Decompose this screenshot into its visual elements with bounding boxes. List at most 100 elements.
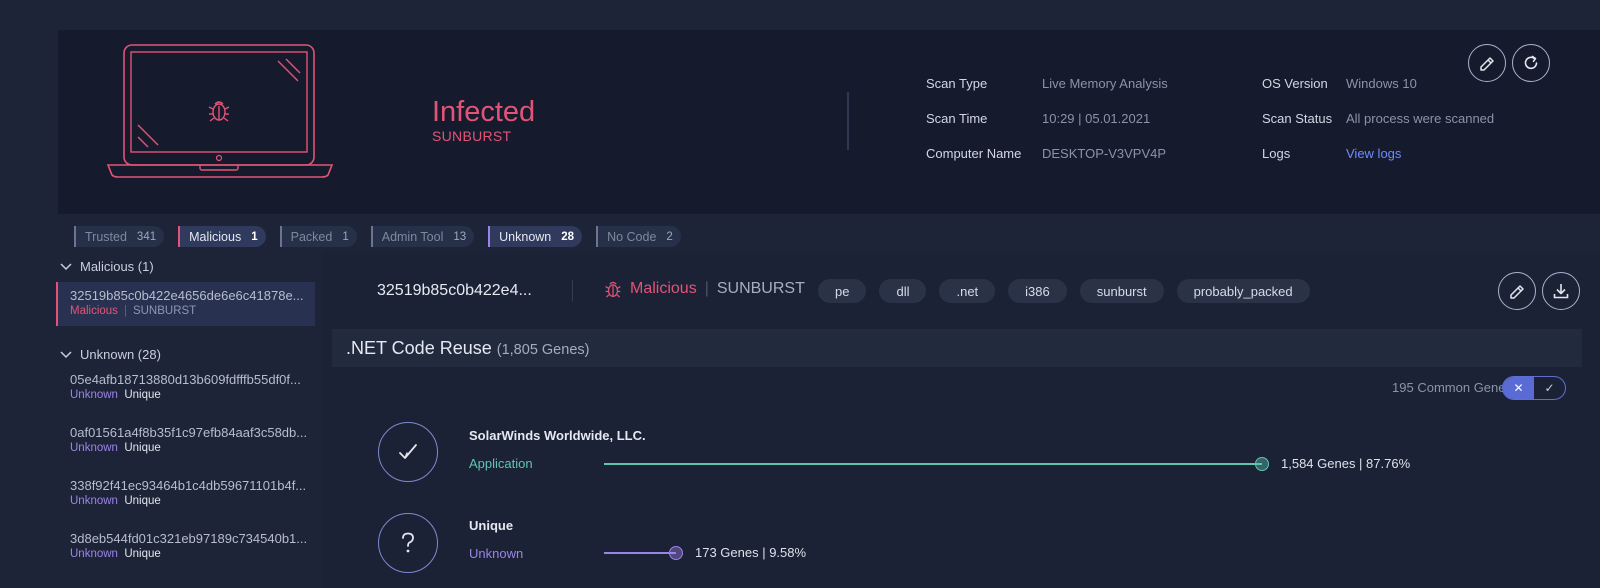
list-item[interactable]: 3d8eb544fd01c321eb97189c734540b1... Unkn… — [56, 531, 315, 560]
computer-name-label: Computer Name — [926, 146, 1022, 161]
file-tags: Unknown Unique — [70, 389, 315, 401]
file-tags: Unknown Unique — [70, 442, 315, 454]
divider — [847, 92, 849, 150]
view-logs-link[interactable]: View logs — [1346, 146, 1401, 161]
tag-sub: Unique — [124, 389, 161, 401]
scan-status-value: All process were scanned — [1346, 111, 1495, 126]
edit-button[interactable] — [1498, 272, 1536, 310]
edit-icon — [1510, 285, 1524, 299]
scan-time-label: Scan Time — [926, 111, 988, 126]
file-tags: pe dll .net i386 sunburst probably_packe… — [818, 279, 1310, 303]
gene-count: (1,805 Genes) — [496, 342, 590, 358]
list-item[interactable]: 338f92f41ec93464b1c4db59671101b4f... Unk… — [56, 478, 315, 507]
common-genes-toggle[interactable]: ✕ ✓ — [1502, 376, 1566, 400]
filter-label: Malicious — [189, 229, 242, 244]
chevron-down-icon — [60, 350, 72, 358]
file-hash: 05e4afb18713880d13b609fdfffb55df0f... — [70, 372, 301, 387]
gene-share-bar — [604, 463, 1262, 465]
filter-label: Packed — [290, 229, 333, 244]
tag-verdict: Unknown — [70, 389, 118, 401]
tag-pill[interactable]: probably_packed — [1176, 279, 1310, 303]
gene-share-marker — [1255, 457, 1269, 471]
file-detail-panel: 32519b85c0b422e4... Malicious | SUNBURST… — [322, 252, 1600, 588]
file-tags: Unknown Unique — [70, 548, 315, 560]
scan-verdict: Infected SUNBURST — [432, 96, 535, 144]
group-malicious[interactable]: Malicious (1) — [60, 259, 154, 274]
filter-trusted[interactable]: Trusted 341 — [74, 226, 165, 247]
filter-unknown[interactable]: Unknown 28 — [488, 226, 583, 247]
list-item[interactable]: 32519b85c0b422e4656de6e6c41878e... Malic… — [56, 282, 315, 326]
os-version-label: OS Version — [1262, 76, 1328, 91]
download-button[interactable] — [1542, 272, 1580, 310]
list-item[interactable]: 05e4afb18713880d13b609fdfffb55df0f... Un… — [56, 372, 315, 401]
file-hash: 338f92f41ec93464b1c4db59671101b4f... — [70, 478, 307, 493]
tag-pill[interactable]: .net — [939, 279, 996, 303]
tag-pill[interactable]: dll — [879, 279, 927, 303]
tag-family: SUNBURST — [132, 305, 197, 317]
edit-button[interactable] — [1468, 44, 1506, 82]
tag-pill[interactable]: sunburst — [1079, 279, 1164, 303]
gene-share-label: 1,584 Genes | 87.76% — [1281, 456, 1411, 471]
gene-share-label: 173 Genes | 9.58% — [695, 545, 807, 560]
filter-count: 1 — [342, 230, 349, 243]
chevron-down-icon — [60, 262, 72, 270]
common-genes-label: 195 Common Genes — [1392, 380, 1512, 395]
detail-hash: 32519b85c0b422e4... — [377, 282, 532, 299]
filter-label: Admin Tool — [381, 229, 444, 244]
download-icon — [1553, 284, 1569, 299]
file-tags: Malicious | SUNBURST — [70, 305, 315, 317]
filter-label: Trusted — [85, 229, 127, 244]
verdict-separator: | — [704, 280, 709, 297]
filter-count: 28 — [561, 230, 575, 243]
scan-type-value: Live Memory Analysis — [1042, 76, 1168, 91]
os-version-value: Windows 10 — [1346, 76, 1417, 91]
edit-icon — [1480, 57, 1494, 71]
gene-share-bar — [604, 552, 676, 554]
file-tags: Unknown Unique — [70, 495, 315, 507]
divider — [572, 280, 573, 302]
computer-name-value: DESKTOP-V3VPV4P — [1042, 146, 1167, 161]
tag-pill[interactable]: i386 — [1008, 279, 1067, 303]
check-icon — [378, 422, 438, 482]
logs-label: Logs — [1262, 146, 1291, 161]
code-reuse-header: .NET Code Reuse (1,805 Genes) — [332, 329, 1582, 367]
tag-separator: | — [123, 305, 127, 317]
tag-verdict: Malicious — [70, 305, 118, 317]
filter-count: 1 — [251, 230, 258, 243]
file-list-sidebar: Malicious (1) 32519b85c0b422e4656de6e6c4… — [56, 252, 320, 588]
detail-family: SUNBURST — [716, 280, 805, 297]
tag-sub: Unique — [124, 548, 161, 560]
gene-source-name: Unique — [469, 518, 514, 533]
file-hash: 0af01561a4f8b35f1c97efb84aaf3c58db... — [70, 425, 308, 440]
refresh-button[interactable] — [1512, 44, 1550, 82]
tag-verdict: Unknown — [70, 548, 118, 560]
filter-label: Unknown — [499, 229, 552, 244]
scan-status-label: Scan Status — [1262, 111, 1333, 126]
scan-time-value: 10:29 | 05.01.2021 — [1042, 111, 1151, 126]
group-label: Unknown (28) — [80, 347, 161, 362]
close-icon[interactable]: ✕ — [1503, 377, 1534, 399]
tag-pill[interactable]: pe — [818, 279, 867, 303]
gene-source-type: Unknown — [469, 546, 524, 561]
list-item[interactable]: 0af01561a4f8b35f1c97efb84aaf3c58db... Un… — [56, 425, 315, 454]
check-icon[interactable]: ✓ — [1534, 377, 1565, 399]
gene-share-marker — [669, 546, 683, 560]
tag-sub: Unique — [124, 495, 161, 507]
filter-malicious[interactable]: Malicious 1 — [178, 226, 266, 247]
verdict-title: Infected — [432, 96, 536, 128]
filter-admin-tool[interactable]: Admin Tool 13 — [370, 226, 475, 247]
gene-source-type: Application — [469, 456, 533, 471]
verdict-family: SUNBURST — [432, 128, 512, 144]
scan-type-label: Scan Type — [926, 76, 988, 91]
filter-count: 13 — [453, 230, 467, 243]
filter-no-code[interactable]: No Code 2 — [596, 226, 681, 247]
bug-icon — [605, 281, 621, 298]
question-icon — [378, 513, 438, 573]
group-unknown[interactable]: Unknown (28) — [60, 347, 161, 362]
tag-sub: Unique — [124, 442, 161, 454]
filter-packed[interactable]: Packed 1 — [279, 226, 357, 247]
section-title-text: .NET Code Reuse — [346, 338, 492, 358]
scan-summary-panel: Infected SUNBURST Scan Type Live Memory … — [58, 30, 1600, 214]
detail-verdict: Malicious | SUNBURST — [604, 280, 805, 298]
laptop-icon — [106, 43, 334, 179]
